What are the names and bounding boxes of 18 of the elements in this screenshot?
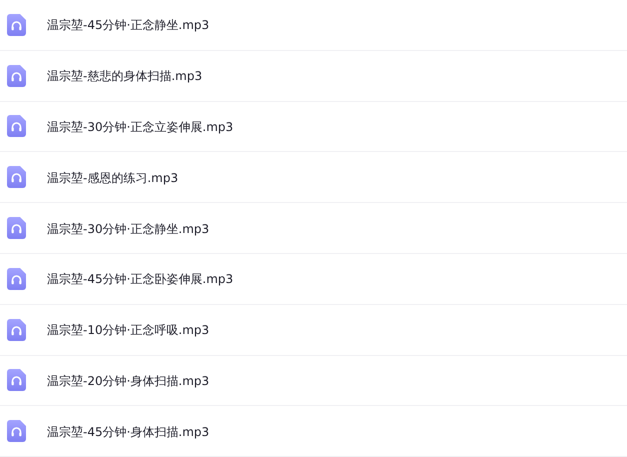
file-name[interactable]: 温宗堃-45分钟·正念卧姿伸展.mp3 — [47, 269, 234, 288]
file-name[interactable]: 温宗堃-30分钟·正念静坐.mp3 — [47, 218, 210, 238]
file-name[interactable]: 温宗堃-30分钟·正念立姿伸展.mp3 — [47, 116, 234, 136]
file-name[interactable]: 温宗堃-45分钟·身体扫描.mp3 — [47, 422, 210, 441]
file-name[interactable]: 温宗堃-感恩的练习.mp3 — [47, 168, 178, 187]
audio-file-icon — [7, 318, 26, 341]
audio-file-icon — [7, 369, 26, 392]
audio-file-icon — [7, 268, 26, 290]
audio-file-icon — [7, 14, 26, 36]
file-name[interactable]: 温宗堃-10分钟·正念呼吸.mp3 — [47, 320, 210, 340]
file-name[interactable]: 温宗堃-慈悲的身体扫描.mp3 — [47, 66, 202, 86]
audio-file-icon — [7, 166, 26, 188]
audio-file-icon — [7, 115, 26, 138]
file-name[interactable]: 温宗堃-20分钟·身体扫描.mp3 — [47, 370, 210, 390]
audio-file-icon — [7, 64, 26, 87]
file-name[interactable]: 温宗堃-45分钟·正念静坐.mp3 — [47, 15, 210, 34]
audio-file-icon — [7, 420, 26, 442]
audio-file-icon — [7, 217, 26, 240]
